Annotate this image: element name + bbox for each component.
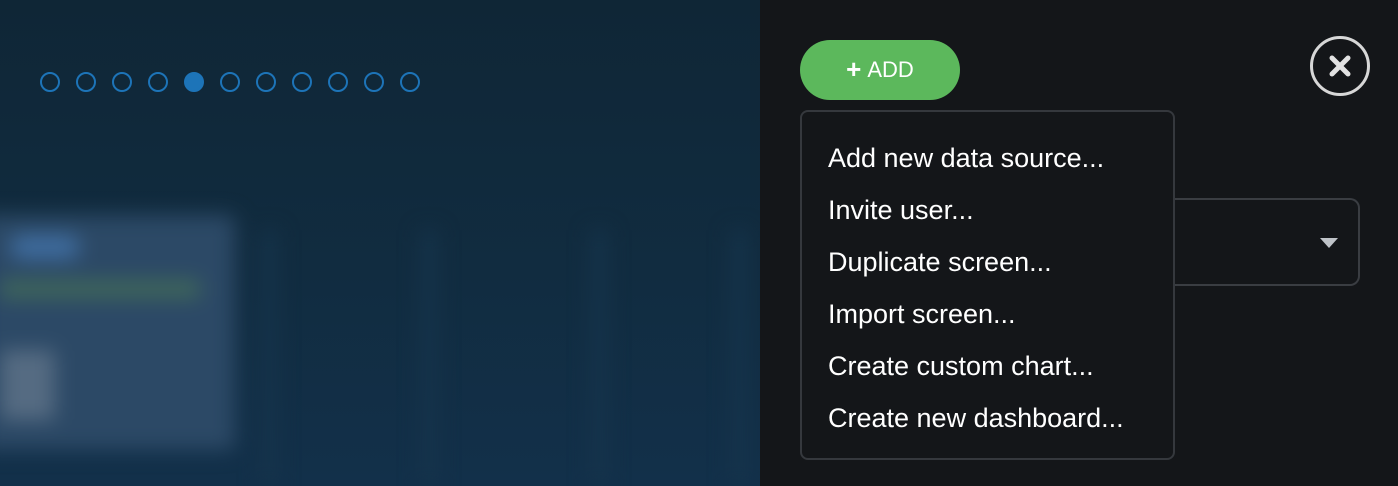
screen-select[interactable] [1170, 198, 1360, 286]
pagination-dot[interactable] [184, 72, 204, 92]
screen-pagination-dots [40, 70, 420, 94]
pagination-dot[interactable] [328, 72, 348, 92]
pagination-dot[interactable] [40, 72, 60, 92]
blurred-bar [0, 280, 200, 298]
menu-item-add-data-source[interactable]: Add new data source... [802, 136, 1173, 188]
pagination-dot[interactable] [76, 72, 96, 92]
pagination-dot[interactable] [256, 72, 276, 92]
plus-icon: + [846, 54, 862, 84]
blurred-column [730, 230, 748, 486]
add-menu: Add new data source... Invite user... Du… [800, 110, 1175, 460]
blurred-column [420, 230, 438, 486]
add-button-label: ADD [867, 57, 914, 82]
menu-item-invite-user[interactable]: Invite user... [802, 188, 1173, 240]
pagination-dot[interactable] [364, 72, 384, 92]
side-panel: + ADD Add new data source... Invite user… [760, 0, 1398, 486]
pagination-dot[interactable] [400, 72, 420, 92]
blurred-box [0, 350, 55, 420]
close-button[interactable] [1310, 36, 1370, 96]
add-button[interactable]: + ADD [800, 40, 960, 100]
pagination-dot[interactable] [112, 72, 132, 92]
menu-item-duplicate-screen[interactable]: Duplicate screen... [802, 240, 1173, 292]
close-icon [1329, 55, 1351, 77]
pagination-dot[interactable] [148, 72, 168, 92]
blurred-column [260, 230, 278, 486]
menu-item-create-custom-chart[interactable]: Create custom chart... [802, 344, 1173, 396]
pagination-dot[interactable] [220, 72, 240, 92]
pagination-dot[interactable] [292, 72, 312, 92]
blurred-chip [10, 235, 80, 259]
caret-down-icon [1320, 238, 1338, 248]
app-root: + ADD Add new data source... Invite user… [0, 0, 1398, 486]
menu-item-create-new-dashboard[interactable]: Create new dashboard... [802, 396, 1173, 448]
menu-item-import-screen[interactable]: Import screen... [802, 292, 1173, 344]
blurred-column [590, 230, 608, 486]
screen-preview-pane [0, 0, 760, 486]
